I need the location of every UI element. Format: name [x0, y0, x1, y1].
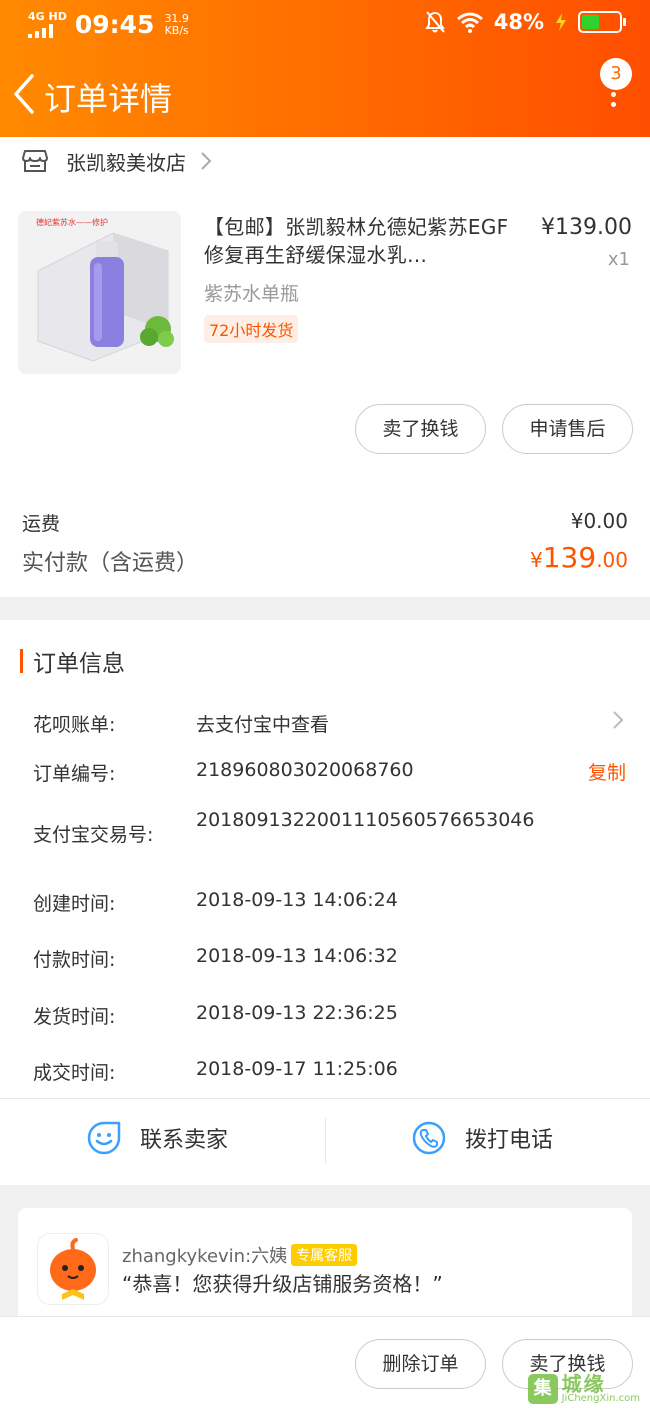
- call-button[interactable]: 拨打电话: [411, 1120, 553, 1156]
- shipping-fee-label: 运费: [22, 513, 61, 535]
- charging-icon: [556, 13, 566, 31]
- order-info-header: 订单信息: [20, 644, 125, 678]
- app-header: 4G HD 09:45 31.9 KB/s 48% 订单详情 3: [0, 0, 650, 137]
- copy-button[interactable]: 复制: [588, 758, 626, 785]
- watermark-en: JiChengXin.com: [561, 1393, 640, 1404]
- paid-integer: 139: [542, 541, 597, 574]
- sell-button[interactable]: 卖了换钱: [355, 404, 486, 454]
- order-number-label: 订单编号:: [33, 763, 116, 785]
- chat-face-icon: [87, 1121, 121, 1155]
- shop-icon: [22, 150, 48, 172]
- shipped-time-value: 2018-09-13 22:36:25: [196, 1002, 398, 1024]
- clock: 09:45: [74, 10, 155, 39]
- product-image-caption: 德妃紫苏水——修护: [36, 217, 108, 227]
- watermark-cn: 城缘: [561, 1372, 606, 1396]
- product-image[interactable]: 德妃紫苏水——修护: [18, 211, 181, 374]
- battery-percent: 48%: [493, 10, 544, 34]
- service-agent-name: zhangkykevin:六姨 专属客服: [122, 1242, 358, 1268]
- watermark-logo: 集: [527, 1374, 558, 1404]
- contact-seller-button[interactable]: 联系卖家: [86, 1120, 228, 1156]
- closed-time-value: 2018-09-17 11:25:06: [196, 1058, 398, 1080]
- paid-time-value: 2018-09-13 14:06:32: [196, 945, 398, 967]
- huabei-value[interactable]: 去支付宝中查看: [196, 710, 329, 737]
- service-chat-card[interactable]: zhangkykevin:六姨 专属客服 “恭喜！您获得升级店铺服务资格！”: [18, 1208, 632, 1323]
- chevron-right-icon[interactable]: [612, 710, 624, 730]
- chevron-right-icon: [201, 152, 212, 170]
- product-variant: 紫苏水单瓶: [204, 283, 300, 305]
- network-speed: 31.9 KB/s: [164, 11, 189, 37]
- closed-time-label: 成交时间:: [33, 1062, 116, 1084]
- paid-time-label: 付款时间:: [33, 949, 116, 971]
- section-accent-bar: [20, 649, 23, 673]
- paid-currency: ¥: [530, 548, 543, 572]
- service-tag: 专属客服: [291, 1244, 358, 1266]
- divider: [0, 1098, 650, 1099]
- watermark: 集 城缘 JiChengXin.com: [527, 1374, 640, 1404]
- product-price: ¥139.00: [541, 215, 632, 240]
- order-item-card: 张凯毅美妆店 德妃紫苏水——修护 【包邮】张凯毅林允德妃紫苏EGF修复再生舒缓保…: [0, 137, 650, 597]
- product-bottle-illustration: 德妃紫苏水——修护: [18, 211, 181, 374]
- wifi-icon: [456, 12, 483, 33]
- shop-name: 张凯毅美妆店: [66, 150, 186, 175]
- alipay-trade-label: 支付宝交易号:: [33, 824, 154, 846]
- signal-bars-icon: [28, 24, 53, 38]
- after-sale-button[interactable]: 申请售后: [502, 404, 633, 454]
- mute-bell-icon: [424, 11, 445, 33]
- order-number-value: 218960803020068760: [196, 759, 414, 781]
- watermark-text: 城缘 JiChengXin.com: [562, 1374, 640, 1404]
- created-time-label: 创建时间:: [33, 893, 116, 915]
- phone-icon: [412, 1121, 446, 1155]
- battery-icon: [578, 11, 626, 33]
- order-info-title: 订单信息: [33, 651, 125, 677]
- nav-bar: 订单详情 3: [0, 52, 650, 137]
- back-arrow-icon[interactable]: [10, 72, 40, 116]
- shipped-time-label: 发货时间:: [33, 1006, 116, 1028]
- mascot-avatar-icon: [50, 1238, 96, 1300]
- speed-value: 31.9: [164, 11, 189, 25]
- page-title: 订单详情: [44, 80, 173, 118]
- paid-decimal: .00: [596, 548, 628, 572]
- service-message: “恭喜！您获得升级店铺服务资格！”: [122, 1272, 443, 1296]
- speed-unit: KB/s: [164, 23, 189, 37]
- agent-name-text: zhangkykevin:六姨: [122, 1246, 288, 1267]
- delete-order-button[interactable]: 删除订单: [355, 1339, 486, 1389]
- paid-amount-value: ¥139.00: [530, 541, 628, 574]
- huabei-label: 花呗账单:: [33, 714, 116, 736]
- status-left: 4G HD 09:45 31.9 KB/s: [28, 10, 189, 39]
- more-dot-icon: [610, 92, 616, 97]
- status-right: 48%: [424, 10, 626, 34]
- shop-link[interactable]: 张凯毅美妆店: [22, 149, 212, 175]
- divider: [325, 1118, 326, 1164]
- product-quantity: x1: [607, 249, 630, 270]
- more-dot-icon: [610, 102, 616, 107]
- created-time-value: 2018-09-13 14:06:24: [196, 889, 398, 911]
- call-label: 拨打电话: [465, 1128, 554, 1153]
- status-bar: 4G HD 09:45 31.9 KB/s 48%: [0, 0, 650, 52]
- order-info-card: 订单信息 花呗账单: 去支付宝中查看 订单编号: 218960803020068…: [0, 620, 650, 1185]
- contact-seller-label: 联系卖家: [140, 1128, 229, 1153]
- notification-badge[interactable]: 3: [600, 58, 632, 90]
- paid-amount-label: 实付款（含运费）: [22, 551, 199, 576]
- network-label: 4G HD: [28, 10, 67, 23]
- shipping-tag: 72小时发货: [204, 315, 299, 343]
- product-title[interactable]: 【包邮】张凯毅林允德妃紫苏EGF修复再生舒缓保湿水乳…: [204, 213, 514, 269]
- battery-fill: [582, 15, 600, 29]
- shipping-fee-value: ¥0.00: [570, 509, 628, 533]
- avatar: [38, 1234, 108, 1304]
- signal-indicator: 4G HD: [28, 11, 67, 38]
- alipay-trade-value: 2018091322001110560576653046: [196, 809, 535, 831]
